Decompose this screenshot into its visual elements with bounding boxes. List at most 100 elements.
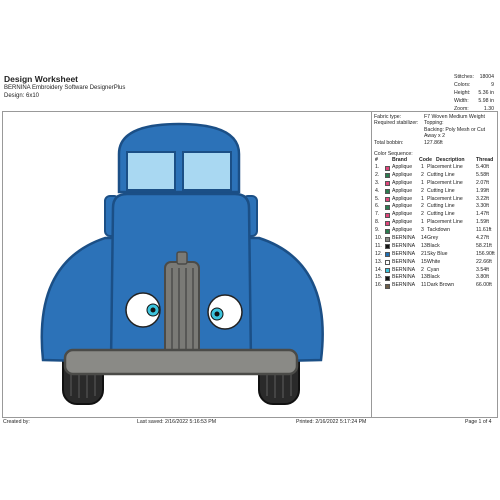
color-swatch <box>385 228 390 234</box>
row-code: 21 <box>421 250 427 257</box>
footer-last-saved: Last saved: 2/16/2022 5:16:53 PM <box>137 419 217 425</box>
row-brand: BERNINA <box>392 235 416 242</box>
row-description: Cutting Line <box>427 203 455 210</box>
row-brand: Applique <box>392 219 413 226</box>
sequence-row: 5. Applique 1 Placement Line 3.22ft <box>374 196 498 204</box>
sequence-row: 9. Applique 3 Tackdown 11.61ft <box>374 227 498 235</box>
color-swatch <box>385 283 390 289</box>
left-window <box>126 151 176 191</box>
row-description: Cyan <box>427 266 440 273</box>
color-swatch <box>385 244 390 250</box>
row-code: 15 <box>421 258 427 265</box>
footer-created: Created by: <box>3 419 30 425</box>
worksheet-title: Design Worksheet <box>4 74 79 84</box>
stabilizer-line: Away x 2 <box>424 133 445 140</box>
left-pupil <box>150 307 156 313</box>
bobbin-label: Total bobbin: <box>374 139 404 146</box>
row-thread: 3.22ft <box>476 195 489 202</box>
row-brand: Applique <box>392 227 413 234</box>
color-swatch <box>385 189 390 195</box>
col-code-header: Code <box>419 157 432 163</box>
right-window <box>182 151 232 191</box>
row-thread: 1.59ft <box>476 219 489 226</box>
col-desc-header: Description <box>436 157 465 163</box>
row-brand: Applique <box>392 164 413 170</box>
color-swatch <box>385 165 390 171</box>
row-number: 4. <box>375 187 380 194</box>
row-thread: 1.99ft <box>476 187 489 194</box>
row-description: Cutting Line <box>427 187 455 194</box>
bobbin-value: 127.86ft <box>424 139 443 146</box>
row-thread: 156.90ft <box>476 250 495 257</box>
sequence-row: 1. Applique 1 Placement Line 5.40ft <box>374 164 498 172</box>
color-swatch <box>385 212 390 218</box>
row-brand: Applique <box>392 187 413 194</box>
row-number: 6. <box>375 203 380 210</box>
row-brand: BERNINA <box>392 266 416 273</box>
footer-printed: Printed: 2/16/2022 5:17:24 PM <box>296 419 367 425</box>
row-code: 2 <box>421 266 424 273</box>
stabilizer-line: Backing: Poly Mesh or Cut <box>424 126 486 133</box>
row-thread: 58.21ft <box>476 242 492 249</box>
row-description: Dark Brown <box>427 282 455 289</box>
row-number: 14. <box>375 266 383 273</box>
row-description: Cutting Line <box>427 171 455 178</box>
row-number: 15. <box>375 274 383 281</box>
row-brand: BERNINA <box>392 250 416 257</box>
sequence-row: 12. BERNINA 21 Sky Blue 156.90ft <box>374 251 498 259</box>
stat-colors: Colors: 9 <box>454 81 494 88</box>
color-swatch <box>385 275 390 281</box>
row-description: Black <box>427 274 440 281</box>
row-code: 1 <box>421 195 424 202</box>
row-code: 2 <box>421 203 424 210</box>
right-fender <box>239 236 324 364</box>
row-brand: Applique <box>392 195 413 202</box>
row-code: 11 <box>421 282 427 289</box>
row-thread: 3.30ft <box>476 203 489 210</box>
row-number: 8. <box>375 219 380 226</box>
footer-page: Page 1 of 4 <box>465 419 492 425</box>
stat-stitches: Stitches: 18004 <box>454 74 494 80</box>
color-swatch <box>385 252 390 258</box>
stats-panel: Stitches: 18004 Colors: 9 Height: 5.36 in W… <box>454 74 500 113</box>
row-code: 1 <box>421 179 424 186</box>
row-code: 2 <box>421 187 424 194</box>
row-brand: BERNINA <box>392 242 416 249</box>
row-thread: 22.66ft <box>476 258 492 265</box>
row-brand: Applique <box>392 211 413 218</box>
stat-width: Width: 5.98 in <box>454 97 494 104</box>
row-thread: 1.47ft <box>476 211 489 218</box>
col-num-header: # <box>375 157 378 163</box>
color-swatch <box>385 268 390 274</box>
row-code: 13 <box>421 242 427 249</box>
grille <box>164 261 200 363</box>
right-pupil <box>214 311 220 317</box>
row-description: Placement Line <box>427 164 463 170</box>
row-description: Black <box>427 242 440 249</box>
row-brand: BERNINA <box>392 258 416 265</box>
design-preview <box>3 112 371 417</box>
row-description: Placement Line <box>427 219 463 226</box>
stabilizer-line: Topping: <box>424 120 444 127</box>
stat-height: Height: 5.36 in <box>454 89 494 96</box>
row-thread: 3.80ft <box>476 274 489 281</box>
row-number: 1. <box>375 164 380 170</box>
hood-ornament <box>176 251 188 265</box>
color-swatch <box>385 236 390 242</box>
row-code: 1 <box>421 164 424 170</box>
row-number: 3. <box>375 179 380 186</box>
color-swatch <box>385 260 390 266</box>
fabric-info: Fabric type: F7 Woven Medium Weight Requi… <box>374 114 498 146</box>
col-thread-header: Thread <box>476 157 494 163</box>
design-size: Design: 6x10 <box>4 93 40 99</box>
row-thread: 3.54ft <box>476 266 489 273</box>
sequence-row: 3. Applique 1 Placement Line 2.07ft <box>374 180 498 188</box>
row-thread: 4.27ft <box>476 235 489 242</box>
row-number: 2. <box>375 171 380 178</box>
row-brand: BERNINA <box>392 274 416 281</box>
sequence-row: 6. Applique 2 Cutting Line 3.30ft <box>374 203 498 211</box>
color-swatch <box>385 220 390 226</box>
bumper <box>63 348 299 376</box>
row-number: 11. <box>375 242 382 249</box>
row-thread: 5.40ft <box>476 164 489 170</box>
